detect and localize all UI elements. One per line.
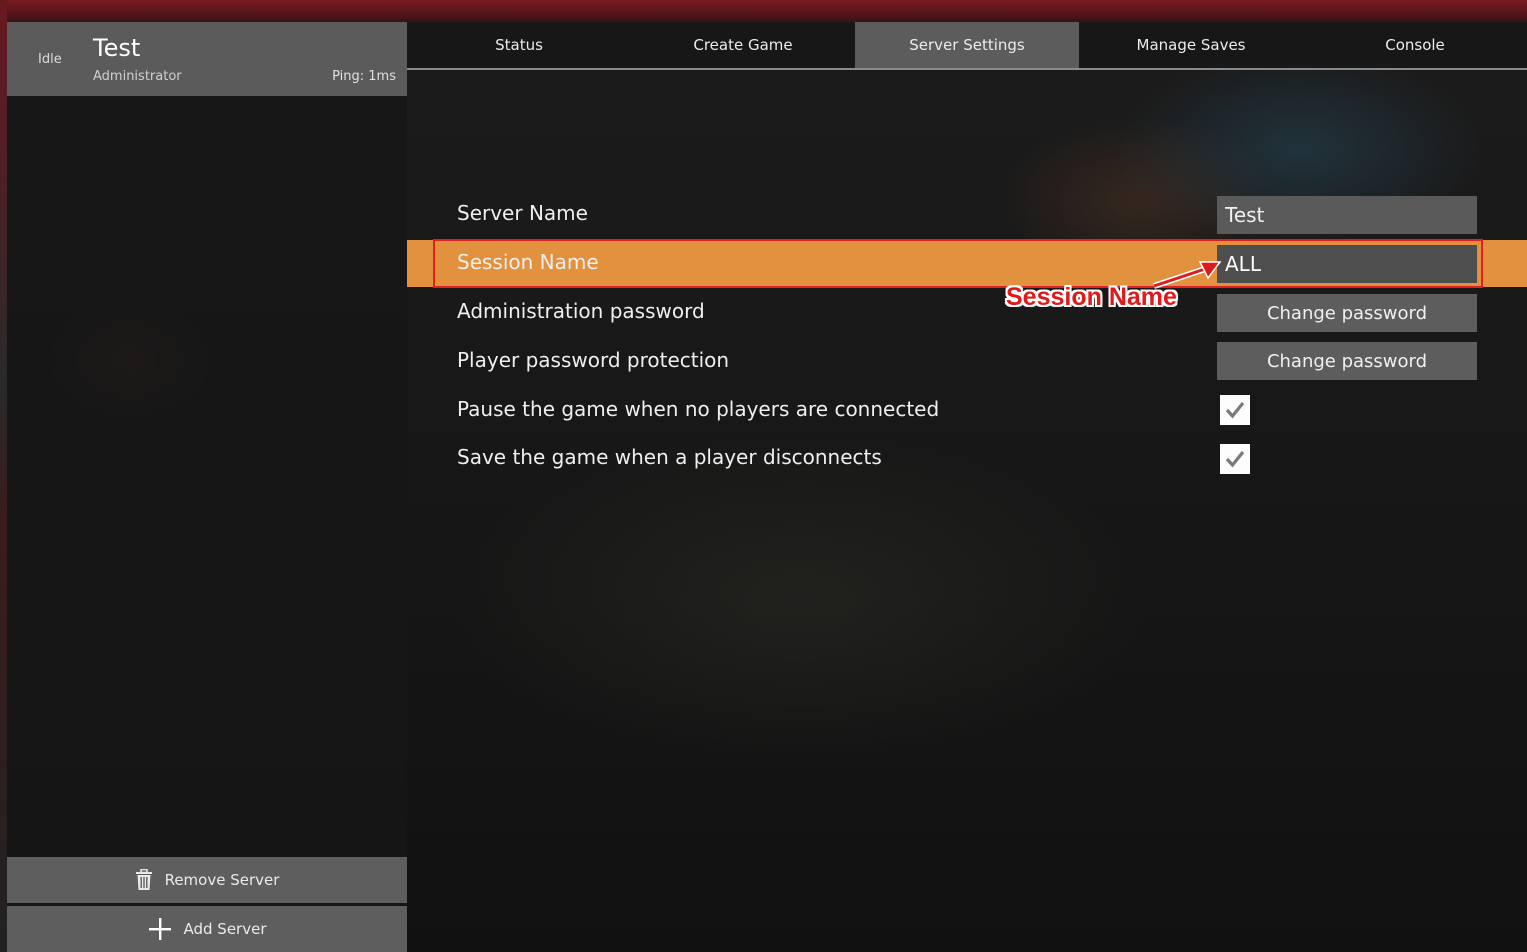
server-name-input[interactable] (1217, 196, 1477, 234)
change-player-password-button[interactable]: Change password (1217, 342, 1477, 380)
pause-game-label: Pause the game when no players are conne… (457, 397, 940, 421)
session-name-input[interactable] (1217, 245, 1477, 283)
pause-game-checkbox[interactable] (1220, 395, 1250, 425)
server-ping: Ping: 1ms (332, 69, 396, 84)
tab-status[interactable]: Status (407, 22, 631, 68)
server-name: Test (93, 34, 141, 62)
annotation-label: Session Name (1006, 283, 1177, 311)
remove-server-button[interactable]: Remove Server (7, 857, 407, 903)
left-edge-strip (0, 0, 7, 952)
session-name-label: Session Name (457, 250, 599, 274)
tab-manage-saves[interactable]: Manage Saves (1079, 22, 1303, 68)
server-role: Administrator (93, 69, 182, 84)
checkmark-icon (1225, 401, 1245, 419)
add-server-label: Add Server (183, 920, 267, 938)
save-game-checkbox[interactable] (1220, 444, 1250, 474)
player-password-label: Player password protection (457, 348, 730, 372)
remove-server-label: Remove Server (164, 871, 280, 889)
main-tabs: Status Create Game Server Settings Manag… (407, 22, 1527, 70)
plus-icon (148, 917, 172, 941)
checkmark-icon (1225, 450, 1245, 468)
admin-password-label: Administration password (457, 299, 705, 323)
save-game-label: Save the game when a player disconnects (457, 445, 882, 469)
tab-server-settings[interactable]: Server Settings (855, 22, 1079, 68)
server-status: Idle (38, 52, 62, 67)
tab-console[interactable]: Console (1303, 22, 1527, 68)
server-name-label: Server Name (457, 201, 588, 225)
trash-icon (135, 869, 153, 891)
top-title-strip (0, 0, 1527, 22)
change-admin-password-button[interactable]: Change password (1217, 294, 1477, 332)
server-card[interactable]: Idle Test Administrator Ping: 1ms (7, 22, 407, 96)
server-sidebar: Idle Test Administrator Ping: 1ms Remove… (7, 22, 407, 952)
add-server-button[interactable]: Add Server (7, 906, 407, 952)
tab-create-game[interactable]: Create Game (631, 22, 855, 68)
